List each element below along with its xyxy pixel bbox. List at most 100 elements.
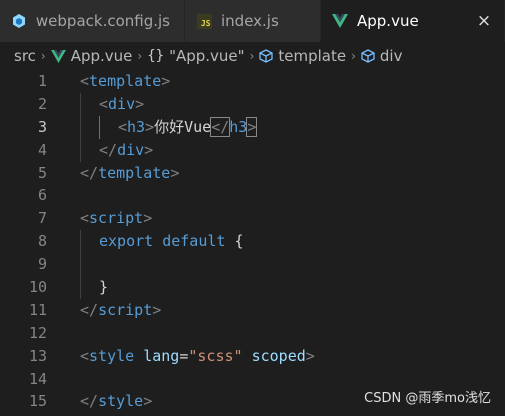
indent-guide [80,230,81,254]
code-token: > [143,392,153,411]
code-token: div [117,140,145,159]
code-line[interactable]: 4 </div> [0,138,505,162]
breadcrumb-item-module[interactable]: "App.vue" [169,47,244,65]
code-token: template [98,163,171,182]
webpack-icon [10,12,28,30]
code-text: <h3>你好Vue</h3> [118,116,258,139]
code-token: < [80,209,90,228]
chevron-right-icon: › [137,49,143,63]
line-number: 12 [28,323,47,342]
tab-label: webpack.config.js [35,12,170,30]
code-token: script [89,209,144,228]
code-line[interactable]: 13 <style lang="scss" scoped> [0,345,505,368]
line-number: 14 [28,369,47,388]
code-text: export default { [99,230,244,253]
code-text: </template> [80,162,179,185]
line-number: 13 [28,346,47,365]
code-line[interactable]: 2 <div> [0,92,505,116]
chevron-right-icon: › [351,49,356,63]
tab-label: index.js [221,12,279,30]
code-line[interactable]: 11 </script> [0,299,505,322]
code-text: <script> [80,207,152,230]
code-line[interactable]: 3 <h3>你好Vue</h3> [0,115,505,139]
code-token: scoped [251,346,306,365]
code-token: } [99,278,109,297]
code-token: </ [80,163,99,182]
indent-guide [80,253,81,277]
code-token: h3 [229,117,248,136]
indent-guide [99,115,100,139]
vue-icon [50,49,66,63]
line-number: 2 [37,94,47,113]
chevron-right-icon: › [40,49,46,63]
code-text: <template> [80,70,170,93]
code-token: 你好Vue [154,117,212,136]
code-token: h3 [127,117,146,136]
indent-guide [80,276,81,299]
line-number: 11 [28,300,47,319]
code-token: < [80,346,90,365]
code-line[interactable]: 5 </template> [0,162,505,185]
breadcrumb-item-div[interactable]: div [380,47,403,65]
code-token: > [145,117,155,136]
code-line[interactable]: 6 [0,184,505,207]
code-token: template [89,72,162,90]
code-token: > [144,140,154,159]
breadcrumb-item-template[interactable]: template [278,47,346,65]
line-number: 15 [28,392,47,411]
code-token: > [152,300,162,319]
code-text: </style> [80,390,152,413]
element-cube-icon [361,49,375,63]
code-line[interactable]: 7 <script> [0,207,505,230]
code-text: </script> [80,299,161,322]
code-token: style [98,392,144,411]
code-text: <div> [99,93,144,116]
code-editor[interactable]: 1 <template> 2 <div> 3 <h3>你好Vue</h3> 4 </div> 5… [0,70,505,416]
js-file-icon: JS [195,12,213,30]
breadcrumb: src › App.vue › {} "App.vue" › template … [0,42,505,70]
code-token: < [99,94,109,113]
line-number: 9 [37,255,47,274]
code-line[interactable]: 12 [0,322,505,345]
indent-guide [80,138,81,162]
code-line[interactable]: 8 export default { [0,230,505,254]
code-text: } [99,276,108,299]
code-line[interactable]: 9 [0,253,505,277]
line-number: 5 [37,163,47,182]
code-token: > [246,116,258,137]
indent-guide [80,92,81,116]
code-token: > [135,94,145,113]
editor-tab-bar: webpack.config.js JS index.js App.vue × [0,0,505,42]
tab-webpack-config[interactable]: webpack.config.js [0,0,185,42]
module-braces-icon: {} [147,48,165,64]
line-number: 3 [37,117,47,136]
close-icon[interactable]: × [474,11,494,31]
line-number: 1 [37,72,47,90]
code-token: export [99,232,154,251]
code-token: > [305,346,315,365]
code-token: > [143,209,153,228]
code-token: div [108,94,136,113]
code-token: script [98,300,153,319]
breadcrumb-item-app-vue[interactable]: App.vue [71,47,133,65]
code-line[interactable]: 10} [0,276,505,299]
breadcrumb-item-src[interactable]: src [14,47,36,65]
code-token: { [225,232,244,251]
code-line[interactable]: 1 <template> [0,70,505,93]
code-token: </ [210,116,231,137]
code-token: default [162,232,226,251]
code-token: < [118,117,128,136]
code-token: </ [99,140,118,159]
chevron-right-icon: › [249,49,255,63]
code-token: </ [80,300,99,319]
tab-app-vue[interactable]: App.vue × [321,0,505,42]
code-text: <style lang="scss" scoped> [80,345,315,368]
line-number: 4 [37,140,47,159]
tab-label: App.vue [357,12,419,30]
element-cube-icon [259,49,274,63]
tab-index-js[interactable]: JS index.js [185,0,321,42]
watermark: CSDN @雨季mo浅忆 [364,391,491,406]
